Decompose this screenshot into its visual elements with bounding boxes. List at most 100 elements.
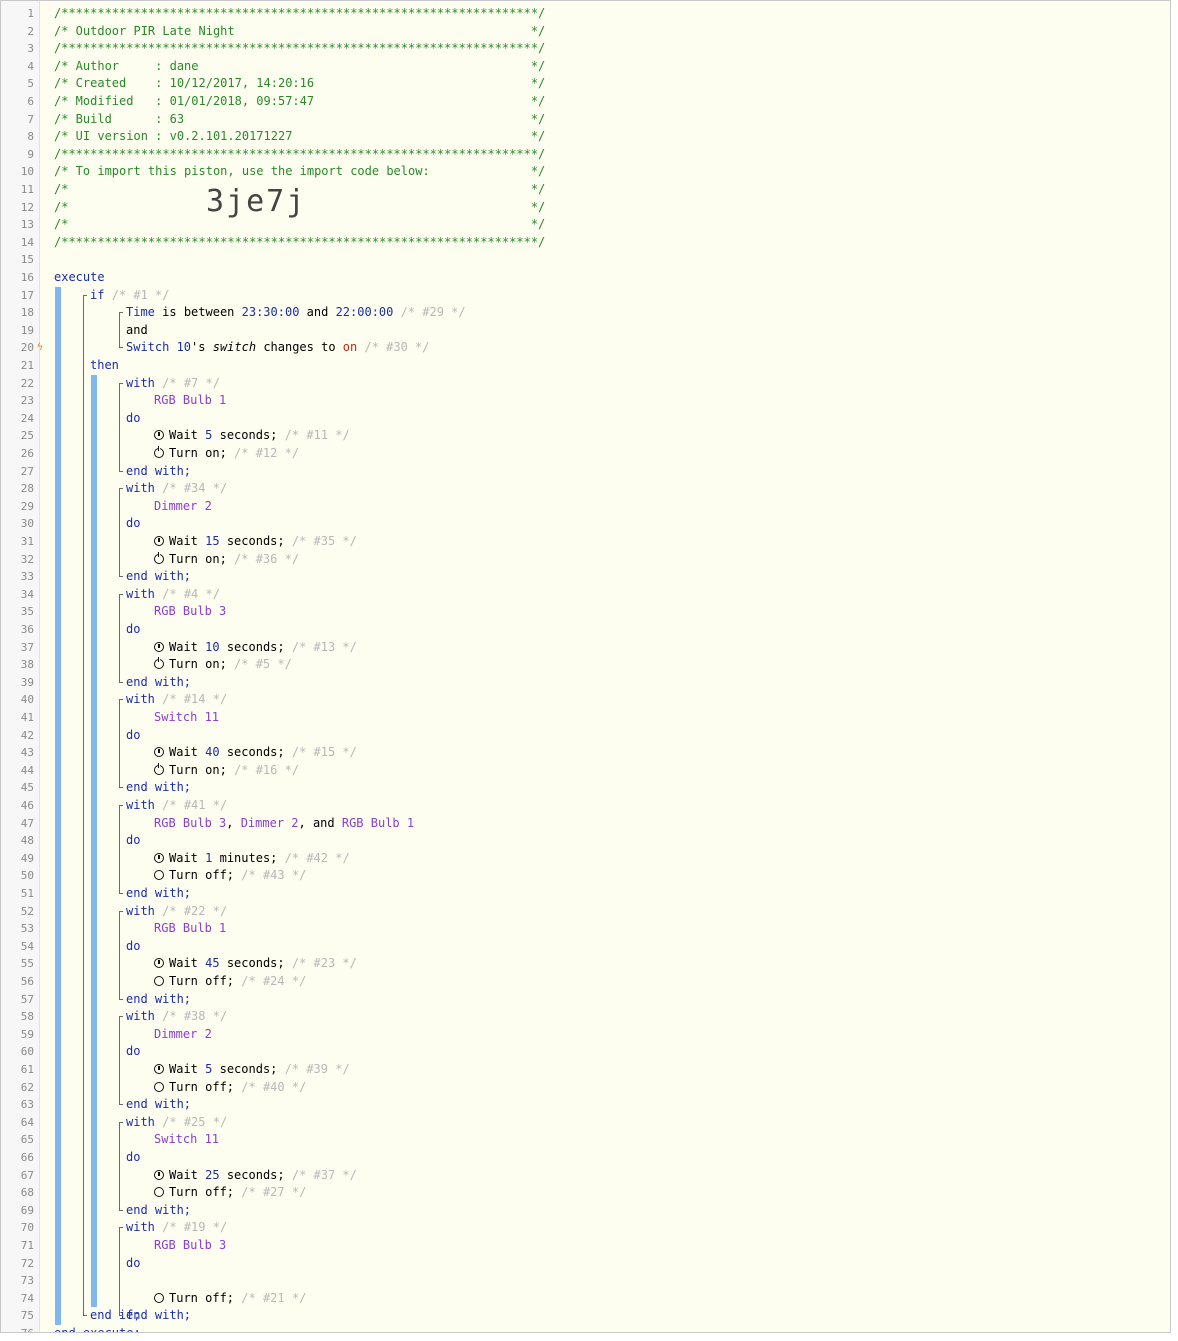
do-keyword: do <box>126 1255 141 1270</box>
with-line: with /* #22 */ <box>126 903 227 921</box>
device-name: RGB Bulb 1 <box>154 393 227 408</box>
line-number: 1 <box>27 7 34 20</box>
wait-label: Wait <box>169 639 198 654</box>
wait-label: Wait <box>169 428 198 443</box>
line-number: 35 <box>20 605 34 619</box>
clock-icon <box>154 1169 164 1180</box>
condition-line: Time is between 23:30:00 and 22:00:00 /*… <box>126 304 466 322</box>
import-code: 3je7j <box>206 184 307 219</box>
statement-comment: /* #29 */ <box>400 305 466 320</box>
wait-label: Wait <box>169 850 198 865</box>
bracket-tick <box>119 576 123 578</box>
bracket-tick <box>119 1104 123 1106</box>
statement-comment: /* #36 */ <box>234 551 300 566</box>
line-number: 3 <box>27 42 34 56</box>
end-with-line: end with; <box>126 463 191 481</box>
wait-line: Wait 5 seconds; /* #39 */ <box>154 1061 350 1079</box>
do-line: do <box>126 515 140 533</box>
action-line: Turn on; /* #12 */ <box>154 445 299 463</box>
bracket-tick <box>119 488 123 490</box>
statement-comment: /* #11 */ <box>284 428 350 443</box>
line-number: 9 <box>27 147 34 161</box>
line-number: 29 <box>20 499 34 513</box>
device-list-line: Switch 11 <box>154 1131 219 1149</box>
line-number: 36 <box>20 623 34 636</box>
bracket-tick <box>119 910 123 912</box>
bracket-tick <box>119 470 123 472</box>
line-number: 20 <box>20 341 34 355</box>
block-bracket <box>119 805 120 893</box>
clock-icon <box>154 958 164 969</box>
bracket-tick <box>83 294 87 296</box>
line-number: 13 <box>20 218 34 232</box>
line-number: 73 <box>20 1274 34 1288</box>
clock-icon <box>154 1064 164 1074</box>
line-number: 5 <box>27 77 34 91</box>
bracket-tick <box>119 805 123 806</box>
end-with-line: end with; <box>126 1202 191 1220</box>
wait-line: Wait 45 seconds; /* #23 */ <box>154 955 357 973</box>
do-line: do <box>126 621 140 639</box>
header-comment: /***************************************… <box>54 146 546 161</box>
with-keyword: with <box>126 798 155 812</box>
block-bracket <box>119 1227 120 1316</box>
clock-icon <box>154 747 164 758</box>
power-on-icon <box>154 551 164 564</box>
device-name: Dimmer 2 <box>240 815 299 830</box>
device-list-line: RGB Bulb 3, Dimmer 2, and RGB Bulb 1 <box>154 815 414 833</box>
execute-keyword: execute <box>54 270 105 284</box>
if-block-bracket <box>83 294 84 1316</box>
wait-label: Wait <box>169 745 198 760</box>
wait-unit: seconds; <box>226 1167 285 1182</box>
action-line: Turn off; /* #21 */ <box>154 1290 306 1308</box>
line-number: 70 <box>20 1221 34 1235</box>
do-line: do <box>126 1043 140 1061</box>
line-number: 51 <box>20 887 34 900</box>
bracket-tick <box>119 1016 123 1018</box>
wait-value: 15 <box>205 534 220 548</box>
line-number: 45 <box>20 781 34 795</box>
line-number: 60 <box>20 1045 34 1059</box>
statement-comment: /* #38 */ <box>162 1009 228 1024</box>
statement-comment: /* #4 */ <box>162 586 220 601</box>
condition-device: Time <box>126 305 155 320</box>
device-list-line: RGB Bulb 3 <box>154 603 226 621</box>
do-keyword: do <box>126 410 141 425</box>
line-number: 63 <box>20 1098 34 1112</box>
device-list-line: RGB Bulb 1 <box>154 920 226 938</box>
if-line: if /* #1 */ <box>90 287 169 305</box>
line-number: 33 <box>20 570 34 584</box>
end-with-line: end with; <box>126 991 191 1009</box>
header-comment-line: /* Build : 63 */ <box>54 111 545 129</box>
with-line: with /* #34 */ <box>126 480 227 498</box>
power-off-icon <box>154 1081 164 1092</box>
end-with-keyword: end with; <box>126 886 192 900</box>
clock-icon <box>154 852 164 863</box>
execute-block-bar <box>55 286 61 1325</box>
piston-code-editor: 1 2 3 4 5 6 7 8 9 10 11 12 13 14 15 16 17 18 19 20 21 22 23 24 2… <box>0 0 1171 1333</box>
with-line: with /* #38 */ <box>126 1008 227 1026</box>
device-name: Switch 11 <box>154 710 220 724</box>
do-line: do <box>126 727 140 745</box>
do-keyword: do <box>126 727 141 742</box>
device-name: Switch 11 <box>154 1132 220 1147</box>
end-with-keyword: end with; <box>126 780 192 795</box>
line-number: 43 <box>20 746 34 760</box>
then-block-bar <box>91 374 97 1308</box>
statement-comment: /* #12 */ <box>234 446 300 460</box>
line-number: 61 <box>20 1063 34 1076</box>
line-number: 49 <box>20 851 34 865</box>
header-comment: /* UI version : v0.2.101.20171227 */ <box>54 129 546 144</box>
action-line: Turn on; /* #36 */ <box>154 551 299 569</box>
line-number: 75 <box>20 1309 34 1323</box>
action-label: Turn on; <box>169 657 227 672</box>
with-keyword: with <box>126 586 155 601</box>
header-comment: /* Created : 10/12/2017, 14:20:16 */ <box>54 76 546 91</box>
action-line: Turn off; /* #43 */ <box>154 867 306 885</box>
statement-comment: /* #15 */ <box>291 745 357 760</box>
with-keyword: with <box>126 692 155 707</box>
action-label: Turn off; <box>169 1079 235 1094</box>
do-line: do <box>126 938 140 956</box>
device-list-line: RGB Bulb 3 <box>154 1237 226 1255</box>
wait-unit: seconds; <box>226 534 285 548</box>
